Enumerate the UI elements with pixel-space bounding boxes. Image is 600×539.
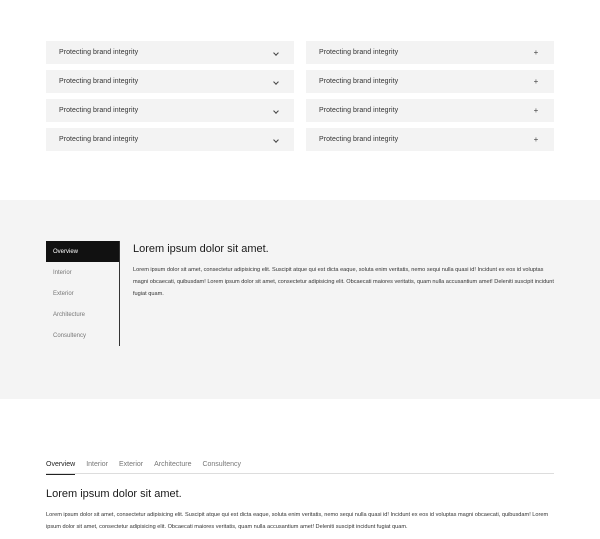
accordion-item-label: Protecting brand integrity [59,49,139,56]
accordion-item[interactable]: Protecting brand integrity + [306,128,554,151]
panel-title: Lorem ipsum dolor sit amet. [46,488,182,500]
accordion-item-label: Protecting brand integrity [59,136,139,143]
accordion-item[interactable]: Protecting brand integrity + [306,70,554,93]
accordion-section: Protecting brand integrity Protecting br… [0,0,600,200]
accordion-item-label: Protecting brand integrity [319,107,399,114]
horizontal-tabs-section: Overview Interior Exterior Architecture … [0,399,600,539]
chevron-down-icon [271,49,281,57]
tab-interior[interactable]: Interior [86,455,108,474]
panel-title: Lorem ipsum dolor sit amet. [133,243,269,255]
vertical-tab-interior[interactable]: Interior [46,262,119,283]
vertical-tab-architecture[interactable]: Architecture [46,304,119,325]
accordion-item-label: Protecting brand integrity [59,78,139,85]
accordion-left-column: Protecting brand integrity Protecting br… [46,41,294,157]
vertical-tab-nav: Overview Interior Exterior Architecture … [46,241,120,346]
vertical-tab-exterior[interactable]: Exterior [46,283,119,304]
vertical-tabs-section: Overview Interior Exterior Architecture … [0,200,600,399]
accordion-item-label: Protecting brand integrity [59,107,139,114]
plus-icon: + [533,76,539,86]
accordion-item[interactable]: Protecting brand integrity [46,128,294,151]
horizontal-tab-panel: Lorem ipsum dolor sit amet. Lorem ipsum … [46,488,554,533]
plus-icon: + [533,105,539,115]
tab-consultency[interactable]: Consultency [202,455,241,474]
accordion-item-label: Protecting brand integrity [319,49,399,56]
panel-text: Lorem ipsum dolor sit amet, consectetur … [133,267,554,297]
vertical-tab-overview[interactable]: Overview [46,241,119,262]
panel-text: Lorem ipsum dolor sit amet, consectetur … [46,512,549,530]
tab-overview[interactable]: Overview [46,455,76,475]
accordion-item[interactable]: Protecting brand integrity + [306,99,554,122]
accordion-item[interactable]: Protecting brand integrity [46,70,294,93]
accordion-item[interactable]: Protecting brand integrity [46,41,294,64]
plus-icon: + [533,47,539,57]
chevron-down-icon [271,78,281,86]
accordion-item-label: Protecting brand integrity [319,136,399,143]
chevron-down-icon [271,136,281,144]
tab-architecture[interactable]: Architecture [154,455,191,474]
tab-exterior[interactable]: Exterior [119,455,143,474]
vertical-tab-consultency[interactable]: Consultency [46,325,119,346]
vertical-tab-panel: Lorem ipsum dolor sit amet. Lorem ipsum … [133,243,555,300]
accordion-right-column: Protecting brand integrity + Protecting … [306,41,554,157]
chevron-down-icon [271,107,281,115]
accordion-item-label: Protecting brand integrity [319,78,399,85]
horizontal-tab-nav: Overview Interior Exterior Architecture … [46,455,554,475]
accordion-item[interactable]: Protecting brand integrity + [306,41,554,64]
plus-icon: + [533,134,539,144]
accordion-item[interactable]: Protecting brand integrity [46,99,294,122]
